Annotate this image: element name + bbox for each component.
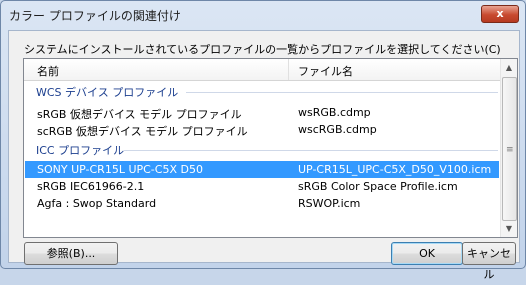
list-item[interactable]: sRGB 仮想デバイス モデル プロファイル wsRGB.cdmp	[25, 104, 499, 121]
group-divider	[186, 92, 498, 93]
profile-name: sRGB 仮想デバイス モデル プロファイル	[37, 108, 242, 121]
profile-file: wsRGB.cdmp	[298, 106, 371, 119]
title-bar: カラー プロファイルの関連付け x	[1, 1, 525, 27]
scroll-up-arrow-icon[interactable]: ▲	[501, 59, 517, 76]
column-header-name[interactable]: 名前	[37, 63, 59, 79]
column-header-file[interactable]: ファイル名	[298, 63, 353, 79]
vertical-scrollbar[interactable]: ▲ ≡ ▼	[500, 59, 517, 237]
scroll-thumb[interactable]: ≡	[502, 77, 517, 221]
group-header-icc: ICC プロファイル	[36, 142, 498, 158]
list-item[interactable]: scRGB 仮想デバイス モデル プロファイル wscRGB.cdmp	[25, 121, 499, 138]
column-separator[interactable]	[288, 59, 289, 80]
ok-button[interactable]: OK	[391, 242, 463, 265]
list-item-selected[interactable]: SONY UP-CR15L UPC-C5X D50 UP-CR15L_UPC-C…	[25, 161, 499, 178]
group-label-icc: ICC プロファイル	[36, 144, 125, 157]
window-title: カラー プロファイルの関連付け	[9, 9, 181, 23]
browse-button[interactable]: 参照(B)...	[24, 242, 118, 265]
profile-name: sRGB IEC61966-2.1	[37, 180, 145, 193]
cancel-button[interactable]: キャンセル	[462, 242, 516, 281]
profile-name: scRGB 仮想デバイス モデル プロファイル	[37, 125, 248, 138]
profile-file: wscRGB.cdmp	[298, 123, 377, 136]
instruction-label: システムにインストールされているプロファイルの一覧からプロファイルを選択してくだ…	[24, 43, 501, 56]
group-divider	[124, 150, 498, 151]
list-item[interactable]: sRGB IEC61966-2.1 sRGB Color Space Profi…	[25, 178, 499, 195]
profile-name: Agfa : Swop Standard	[37, 197, 157, 210]
scroll-down-arrow-icon[interactable]: ▼	[501, 220, 517, 237]
profile-name: SONY UP-CR15L UPC-C5X D50	[37, 163, 203, 176]
profile-file: sRGB Color Space Profile.icm	[298, 180, 458, 193]
list-header: 名前 ファイル名	[24, 59, 500, 81]
group-header-wcs: WCS デバイス プロファイル	[36, 84, 498, 100]
profile-listbox[interactable]: 名前 ファイル名 WCS デバイス プロファイル sRGB 仮想デバイス モデル…	[23, 58, 518, 238]
list-item[interactable]: Agfa : Swop Standard RSWOP.icm	[25, 195, 499, 212]
profile-file: RSWOP.icm	[298, 197, 361, 210]
grip-icon: ≡	[506, 145, 514, 155]
profile-file: UP-CR15L_UPC-C5X_D50_V100.icm	[298, 163, 492, 176]
close-button[interactable]: x	[481, 5, 519, 23]
group-label-wcs: WCS デバイス プロファイル	[36, 86, 179, 99]
